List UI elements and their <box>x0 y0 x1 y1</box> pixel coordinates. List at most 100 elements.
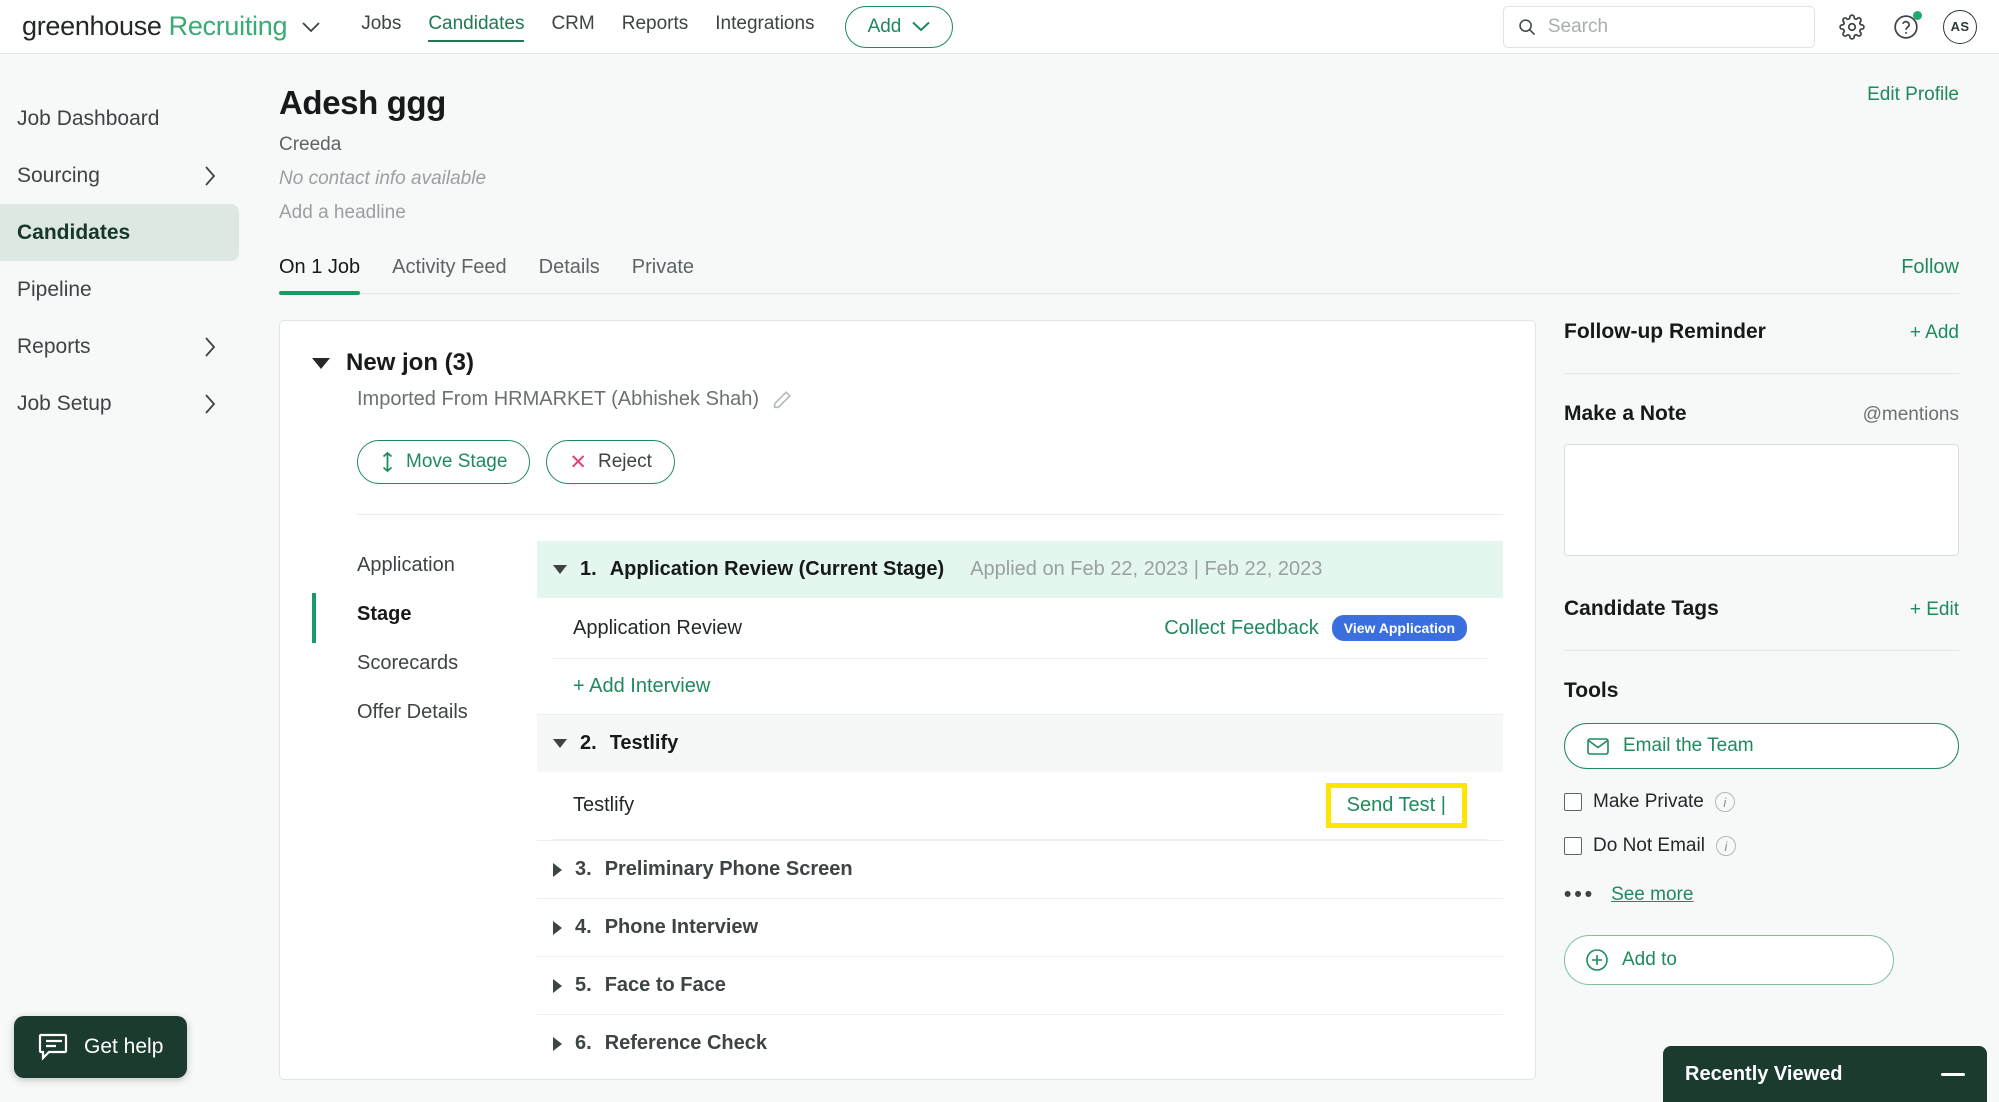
add-interview-link[interactable]: + Add Interview <box>553 659 1487 714</box>
caret-down-icon[interactable] <box>312 357 330 369</box>
sidebar-item-label: Job Setup <box>17 391 112 415</box>
settings-gear-icon[interactable] <box>1835 10 1869 44</box>
nav-item-candidates[interactable]: Candidates <box>428 13 525 43</box>
collect-feedback-link[interactable]: Collect Feedback <box>1164 617 1319 640</box>
sidebar-item-job-setup[interactable]: Job Setup <box>0 375 239 432</box>
caret-right-icon[interactable] <box>553 1036 562 1051</box>
info-icon[interactable]: i <box>1714 792 1735 812</box>
tools-header: Tools <box>1564 679 1959 703</box>
mentions-link[interactable]: @mentions <box>1863 404 1959 426</box>
note-textarea[interactable] <box>1564 444 1959 556</box>
minimize-icon[interactable] <box>1941 1072 1965 1076</box>
tab-on-1-job[interactable]: On 1 Job <box>279 256 361 295</box>
nav-item-jobs[interactable]: Jobs <box>361 13 401 41</box>
do-not-email-checkbox[interactable] <box>1564 837 1582 855</box>
move-stage-button[interactable]: Move Stage <box>357 440 531 484</box>
get-help-label: Get help <box>84 1035 164 1058</box>
make-private-row[interactable]: Make Private i <box>1564 791 1959 813</box>
sidebar-item-label: Reports <box>17 334 91 358</box>
stage-number: 2. <box>580 732 597 754</box>
follow-link[interactable]: Follow <box>1901 256 1959 279</box>
stage-header-face-to-face[interactable]: 5. Face to Face <box>537 956 1503 1014</box>
caret-right-icon[interactable] <box>553 920 562 935</box>
tab-private[interactable]: Private <box>632 256 694 293</box>
subnav-item-application[interactable]: Application <box>357 541 537 590</box>
caret-right-icon[interactable] <box>553 978 562 993</box>
stage-header-preliminary-phone-screen[interactable]: 3. Preliminary Phone Screen <box>537 840 1503 898</box>
chevron-right-icon <box>205 165 216 186</box>
avatar[interactable]: AS <box>1943 9 1977 44</box>
recently-viewed-title: Recently Viewed <box>1685 1062 1843 1085</box>
stage-header-application-review[interactable]: 1. Application Review (Current Stage) Ap… <box>537 541 1503 598</box>
avatar-initials: AS <box>1950 19 1970 34</box>
brand-logo[interactable]: greenhouse Recruiting <box>22 11 321 42</box>
tab-activity-feed[interactable]: Activity Feed <box>392 256 506 293</box>
brand-secondary-text: Recruiting <box>168 11 288 41</box>
get-help-button[interactable]: Get help <box>14 1016 188 1078</box>
stage-name: Preliminary Phone Screen <box>604 858 853 880</box>
sidebar-item-candidates[interactable]: Candidates <box>0 204 239 261</box>
job-card: New jon (3) Imported From HRMARKET (Abhi… <box>279 320 1536 1080</box>
plus-circle-icon <box>1586 949 1608 971</box>
candidate-tags-edit-link[interactable]: + Edit <box>1910 599 1959 621</box>
view-application-badge[interactable]: View Application <box>1331 615 1467 641</box>
interview-actions: Collect Feedback View Application <box>1164 615 1487 641</box>
tab-details[interactable]: Details <box>539 256 600 293</box>
send-test-link[interactable]: Send Test | <box>1347 794 1446 816</box>
make-private-checkbox[interactable] <box>1564 793 1582 811</box>
caret-down-icon[interactable] <box>553 565 567 574</box>
edit-profile-link[interactable]: Edit Profile <box>1867 84 1959 106</box>
candidate-tabs: On 1 Job Activity Feed Details Private F… <box>279 256 1959 295</box>
caret-down-icon[interactable] <box>553 739 567 748</box>
sidebar-item-job-dashboard[interactable]: Job Dashboard <box>0 90 239 147</box>
job-source-row: Imported From HRMARKET (Abhishek Shah) <box>357 388 1503 411</box>
stage-number: 5. <box>575 974 592 996</box>
chevron-down-icon[interactable] <box>301 21 321 33</box>
followup-add-link[interactable]: + Add <box>1910 322 1959 344</box>
pencil-edit-icon[interactable] <box>771 389 793 411</box>
add-button[interactable]: Add <box>844 5 954 48</box>
help-icon[interactable] <box>1889 10 1923 44</box>
add-headline-link[interactable]: Add a headline <box>279 202 1959 224</box>
sidebar-item-pipeline[interactable]: Pipeline <box>0 261 239 318</box>
sidebar-item-sourcing[interactable]: Sourcing <box>0 147 239 204</box>
search-icon <box>1519 18 1536 35</box>
stage-header-reference-check[interactable]: 6. Reference Check <box>537 1014 1503 1072</box>
search-input[interactable] <box>1547 15 1800 38</box>
nav-item-crm[interactable]: CRM <box>551 13 594 41</box>
stage-header-testlify[interactable]: 2. Testlify <box>537 714 1503 772</box>
subnav-item-scorecards[interactable]: Scorecards <box>357 639 537 688</box>
reject-button[interactable]: ✕ Reject <box>546 440 675 484</box>
subnav-item-offer-details[interactable]: Offer Details <box>357 688 537 737</box>
caret-right-icon[interactable] <box>553 862 562 877</box>
info-icon[interactable]: i <box>1715 836 1736 856</box>
sidebar-item-reports[interactable]: Reports <box>0 318 239 375</box>
search-box[interactable] <box>1503 5 1815 48</box>
sidebar-item-label: Candidates <box>17 220 131 244</box>
primary-nav: Jobs Candidates CRM Reports Integrations <box>361 13 815 43</box>
stage-name: Reference Check <box>604 1032 767 1054</box>
see-more-link[interactable]: See more <box>1611 884 1693 906</box>
stage-header-phone-interview[interactable]: 4. Phone Interview <box>537 898 1503 956</box>
nav-item-integrations[interactable]: Integrations <box>715 13 814 41</box>
email-the-team-button[interactable]: Email the Team <box>1564 723 1959 769</box>
see-more-row[interactable]: ••• See more <box>1564 883 1959 907</box>
tools-title: Tools <box>1564 679 1619 702</box>
do-not-email-row[interactable]: Do Not Email i <box>1564 835 1959 857</box>
move-stage-label: Move Stage <box>406 451 508 472</box>
reject-label: Reject <box>598 451 652 472</box>
nav-item-reports[interactable]: Reports <box>622 13 689 41</box>
stage-number: 1. <box>580 558 597 580</box>
make-a-note-header: Make a Note @mentions <box>1564 402 1959 426</box>
stage-applied-date: Applied on Feb 22, 2023 | Feb 22, 2023 <box>970 558 1323 580</box>
add-to-button[interactable]: Add to <box>1564 935 1894 985</box>
main-content: Edit Profile Adesh ggg Creeda No contact… <box>239 54 1999 1102</box>
move-stage-arrows-icon <box>382 452 393 472</box>
sidebar-item-label: Sourcing <box>17 163 100 187</box>
job-title: New jon (3) <box>346 349 475 376</box>
card-divider <box>357 514 1503 515</box>
subnav-item-stage[interactable]: Stage <box>357 590 537 639</box>
sidebar-item-label: Pipeline <box>17 277 92 301</box>
recently-viewed-panel[interactable]: Recently Viewed <box>1663 1046 1987 1102</box>
job-title-row[interactable]: New jon (3) <box>312 349 1503 377</box>
